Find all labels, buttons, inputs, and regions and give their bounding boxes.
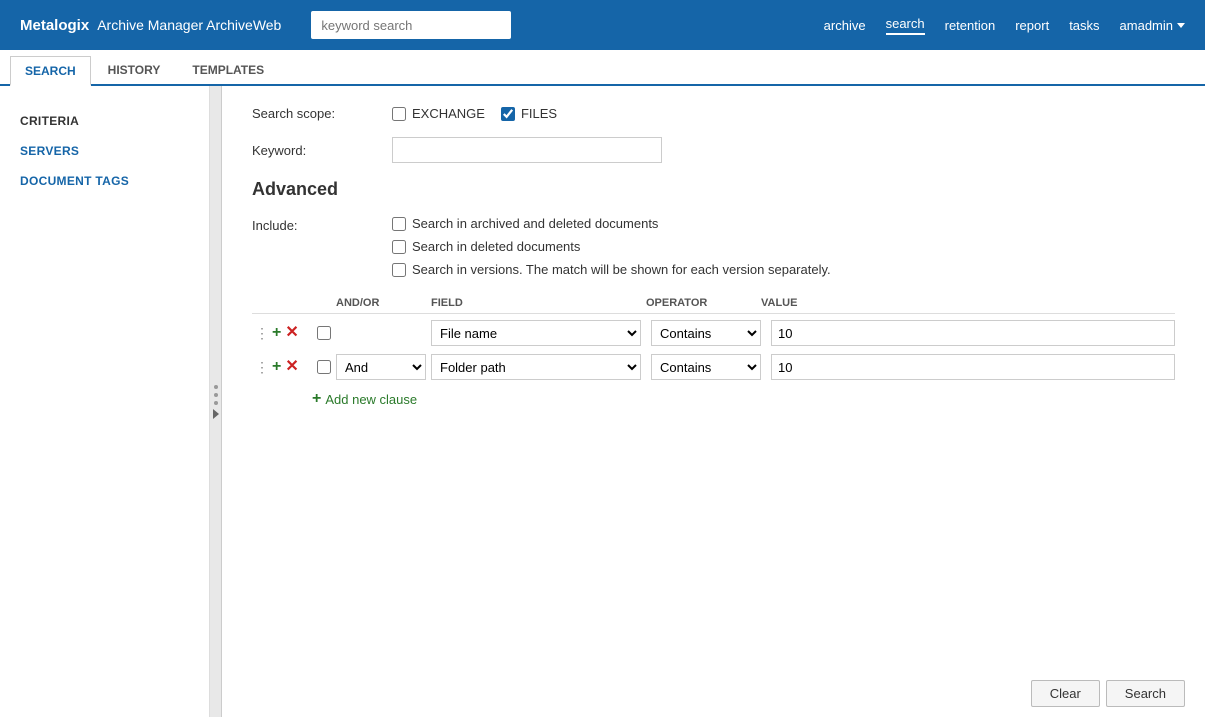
keyword-row: Keyword:: [252, 137, 1175, 163]
include-archived-deleted-checkbox[interactable]: [392, 217, 406, 231]
drag-dot-1: [214, 385, 218, 389]
clause-actions-2: + ✕: [272, 359, 312, 375]
exchange-label: EXCHANGE: [412, 106, 485, 121]
sidebar: CRITERIA SERVERS DOCUMENT TAGS: [0, 86, 210, 717]
clause-drag-handle-1[interactable]: ⋮: [252, 325, 272, 342]
clause-value-1: [771, 320, 1175, 346]
clause-andor-2: And Or: [336, 354, 426, 380]
include-versions-checkbox[interactable]: [392, 263, 406, 277]
nav-search[interactable]: search: [886, 16, 925, 35]
clause-field-2: File name Folder path Date Size Author: [431, 354, 641, 380]
clause-drag-handle-2[interactable]: ⋮: [252, 359, 272, 376]
include-options: Search in archived and deleted documents…: [392, 216, 831, 277]
amadmin-dropdown-arrow: [1177, 23, 1185, 28]
clauses-section: AND/OR FIELD OPERATOR VALUE ⋮ + ✕: [252, 297, 1175, 408]
clause-add-btn-2[interactable]: +: [272, 359, 281, 375]
clause-operator-select-1[interactable]: Contains Equals Starts with Ends with: [651, 320, 761, 346]
col-header-andor: AND/OR: [336, 297, 426, 309]
include-label: Include:: [252, 216, 392, 233]
nav-tasks[interactable]: tasks: [1069, 18, 1099, 33]
search-button[interactable]: Search: [1106, 680, 1185, 707]
include-archived-deleted-text: Search in archived and deleted documents: [412, 216, 658, 231]
clause-operator-select-2[interactable]: Contains Equals Starts with Ends with: [651, 354, 761, 380]
clause-row-1: ⋮ + ✕ File name Folder path Date Siz: [252, 318, 1175, 348]
search-scope-label: Search scope:: [252, 106, 392, 121]
header: Metalogix Archive Manager ArchiveWeb arc…: [0, 0, 1205, 50]
clause-andor-select-2[interactable]: And Or: [336, 354, 426, 380]
clause-value-2: [771, 354, 1175, 380]
clause-add-btn-1[interactable]: +: [272, 325, 281, 341]
nav-archive[interactable]: archive: [824, 18, 866, 33]
search-scope-row: Search scope: EXCHANGE FILES: [252, 106, 1175, 121]
include-versions-text: Search in versions. The match will be sh…: [412, 262, 831, 277]
header-nav: archive search retention report tasks am…: [824, 16, 1185, 35]
clause-checkbox-2: [312, 360, 336, 374]
tab-search[interactable]: SEARCH: [10, 56, 91, 86]
keyword-input[interactable]: [392, 137, 662, 163]
clause-operator-2: Contains Equals Starts with Ends with: [651, 354, 761, 380]
keyword-search-input[interactable]: [311, 11, 511, 39]
clause-operator-1: Contains Equals Starts with Ends with: [651, 320, 761, 346]
clear-button[interactable]: Clear: [1031, 680, 1100, 707]
clause-field-select-1[interactable]: File name Folder path Date Size Author: [431, 320, 641, 346]
left-edge-panel: [210, 86, 222, 717]
clause-checkbox-1: [312, 326, 336, 340]
files-checkbox-label[interactable]: FILES: [501, 106, 557, 121]
clause-row-2: ⋮ + ✕ And Or File name Fo: [252, 352, 1175, 382]
search-scope-controls: EXCHANGE FILES: [392, 106, 557, 121]
include-deleted-checkbox[interactable]: [392, 240, 406, 254]
clause-field-select-2[interactable]: File name Folder path Date Size Author: [431, 354, 641, 380]
include-versions-label[interactable]: Search in versions. The match will be sh…: [392, 262, 831, 277]
clause-actions-1: + ✕: [272, 325, 312, 341]
brand-logo: Metalogix: [20, 17, 89, 34]
main-layout: CRITERIA SERVERS DOCUMENT TAGS Search sc…: [0, 86, 1205, 717]
sidebar-item-criteria[interactable]: CRITERIA: [0, 106, 209, 136]
tab-bar: SEARCH HISTORY TEMPLATES: [0, 50, 1205, 86]
content-area: Search scope: EXCHANGE FILES Keyword: Ad…: [222, 86, 1205, 717]
sidebar-item-document-tags[interactable]: DOCUMENT TAGS: [0, 166, 209, 196]
clause-value-input-2[interactable]: [771, 354, 1175, 380]
exchange-checkbox-label[interactable]: EXCHANGE: [392, 106, 485, 121]
clause-remove-btn-1[interactable]: ✕: [285, 325, 298, 341]
files-label: FILES: [521, 106, 557, 121]
nav-retention[interactable]: retention: [945, 18, 996, 33]
add-clause-label: Add new clause: [325, 392, 417, 407]
col-header-value: VALUE: [761, 297, 1175, 309]
keyword-label: Keyword:: [252, 143, 392, 158]
col-header-field: FIELD: [431, 297, 641, 309]
files-checkbox[interactable]: [501, 107, 515, 121]
include-archived-deleted-label[interactable]: Search in archived and deleted documents: [392, 216, 831, 231]
tab-history[interactable]: HISTORY: [93, 54, 176, 84]
col-header-operator: OPERATOR: [646, 297, 756, 309]
drag-dot-2: [214, 393, 218, 397]
expand-arrow-icon[interactable]: [213, 409, 219, 419]
include-section: Include: Search in archived and deleted …: [252, 216, 1175, 277]
clause-value-input-1[interactable]: [771, 320, 1175, 346]
tab-templates[interactable]: TEMPLATES: [177, 54, 279, 84]
sidebar-item-servers[interactable]: SERVERS: [0, 136, 209, 166]
nav-report[interactable]: report: [1015, 18, 1049, 33]
include-deleted-label[interactable]: Search in deleted documents: [392, 239, 831, 254]
clause-remove-btn-2[interactable]: ✕: [285, 359, 298, 375]
include-deleted-text: Search in deleted documents: [412, 239, 580, 254]
add-clause-row[interactable]: + Add new clause: [312, 390, 1175, 408]
nav-amadmin[interactable]: amadmin: [1120, 18, 1185, 33]
footer: Clear Search: [1011, 670, 1205, 717]
brand-title: Archive Manager ArchiveWeb: [97, 17, 281, 33]
advanced-title: Advanced: [252, 179, 1175, 200]
brand: Metalogix Archive Manager ArchiveWeb: [20, 17, 281, 34]
drag-dot-3: [214, 401, 218, 405]
add-clause-plus-icon: +: [312, 390, 321, 408]
clause-select-1[interactable]: [317, 326, 331, 340]
exchange-checkbox[interactable]: [392, 107, 406, 121]
clause-field-1: File name Folder path Date Size Author: [431, 320, 641, 346]
header-search-container: [311, 11, 511, 39]
clause-select-2[interactable]: [317, 360, 331, 374]
